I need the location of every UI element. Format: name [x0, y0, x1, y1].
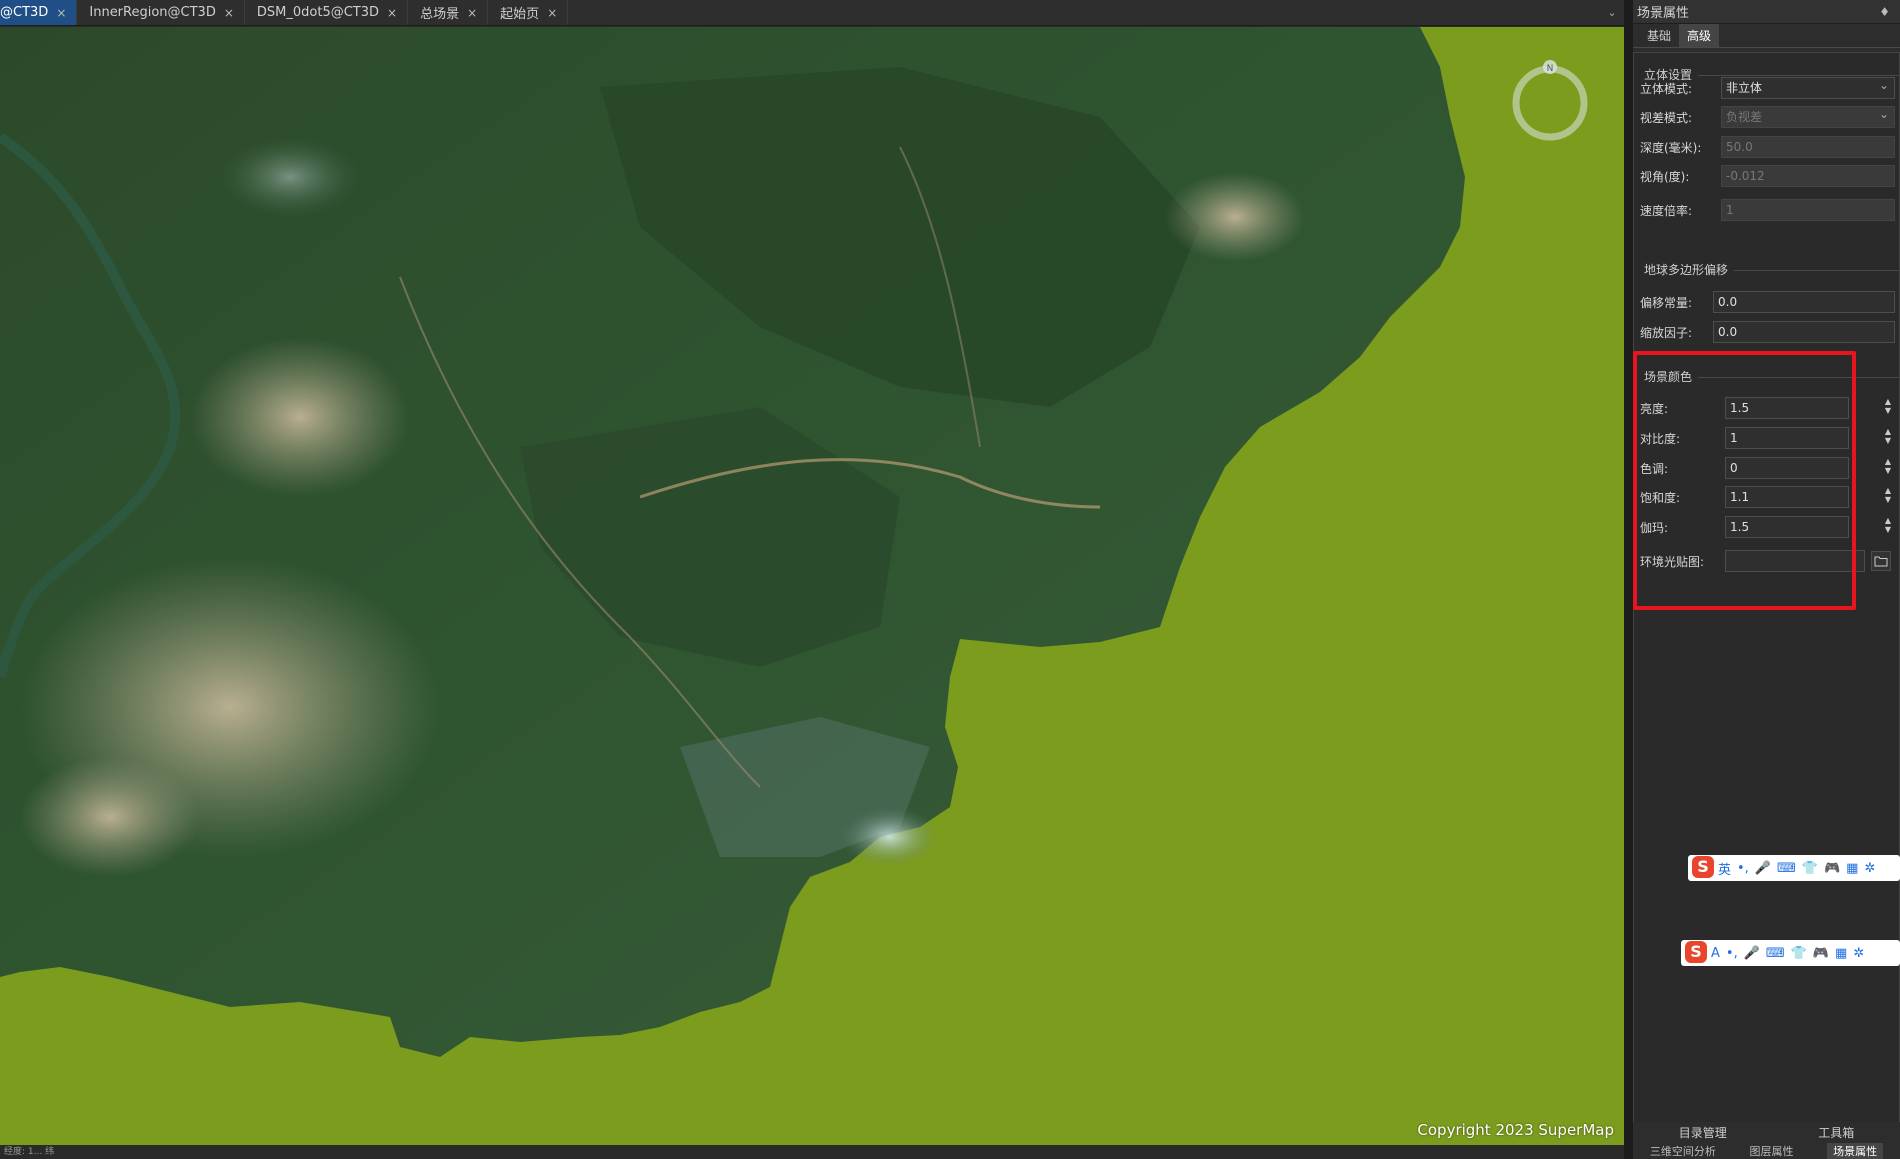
- folder-icon: [1874, 556, 1888, 567]
- brightness-stepper[interactable]: ▲ ▼: [1883, 397, 1893, 419]
- ime-game-icon[interactable]: 🎮: [1813, 946, 1829, 961]
- gamma-stepper[interactable]: ▲ ▼: [1883, 516, 1893, 538]
- contrast-input[interactable]: 1: [1725, 427, 1849, 449]
- ime-mic-icon[interactable]: 🎤: [1755, 861, 1771, 876]
- panel-splitter[interactable]: [1624, 0, 1633, 1159]
- ime-toolbar-1[interactable]: S 英 •, 🎤 ⌨ 👕 🎮 ▦ ✲: [1688, 855, 1900, 881]
- close-icon[interactable]: ×: [56, 6, 66, 20]
- polygon-offset-group: 地球多边形偏移: [1644, 261, 1899, 278]
- ime-settings-icon[interactable]: ✲: [1864, 861, 1875, 876]
- ime-keyboard-icon[interactable]: ⌨: [1766, 946, 1785, 961]
- depth-input[interactable]: 50.0: [1721, 136, 1895, 158]
- ime-lang-toggle[interactable]: 英: [1718, 859, 1731, 878]
- parallax-mode-select[interactable]: 负视差: [1721, 104, 1895, 128]
- tab-total-scene[interactable]: 总场景 ×: [408, 0, 489, 25]
- hue-input[interactable]: 0: [1725, 457, 1849, 479]
- scene-color-group: 场景颜色: [1644, 368, 1899, 385]
- compass-icon[interactable]: N: [1508, 57, 1592, 141]
- gamma-label: 伽玛:: [1640, 520, 1669, 535]
- tab-dsm[interactable]: DSM_0dot5@CT3D ×: [245, 0, 409, 25]
- close-icon[interactable]: ×: [387, 6, 397, 20]
- status-bar: 经度: 1... 纬: [0, 1145, 1624, 1159]
- scene-viewport[interactable]: N Copyright 2023 SuperMap: [0, 27, 1624, 1145]
- group-title: 场景颜色: [1644, 368, 1699, 385]
- tab-label: 总场景: [420, 7, 460, 22]
- satellite-terrain-image: [0, 27, 1624, 1145]
- browse-folder-button[interactable]: [1871, 551, 1891, 571]
- tab-innerregion[interactable]: InnerRegion@CT3D ×: [77, 0, 245, 25]
- speed-input[interactable]: 1: [1721, 199, 1895, 221]
- view-angle-label: 视角(度):: [1640, 169, 1690, 184]
- saturation-label: 饱和度:: [1640, 490, 1681, 505]
- ime-keyboard-icon[interactable]: ⌨: [1777, 861, 1796, 876]
- tab-label: DSM_0dot5@CT3D: [256, 5, 380, 20]
- tab-basic[interactable]: 基础: [1639, 24, 1679, 47]
- view-angle-input[interactable]: -0.012: [1721, 165, 1895, 187]
- parallax-mode-label: 视差模式:: [1640, 110, 1693, 125]
- tab-label: 起始页: [500, 7, 540, 22]
- tab-list-dropdown-icon[interactable]: ⌄: [1600, 0, 1624, 25]
- tab-toolbox[interactable]: 工具箱: [1818, 1124, 1854, 1142]
- tab-label: InnerRegion@CT3D: [89, 5, 216, 20]
- tab-start-page[interactable]: 起始页 ×: [488, 0, 569, 25]
- ime-settings-icon[interactable]: ✲: [1853, 946, 1864, 961]
- document-tab-bar: @CT3D × InnerRegion@CT3D × DSM_0dot5@CT3…: [0, 0, 1624, 26]
- pin-icon[interactable]: ♦: [1879, 5, 1890, 19]
- ime-punct-icon[interactable]: •,: [1726, 946, 1738, 961]
- ime-lang-toggle[interactable]: A: [1711, 946, 1720, 961]
- scene-properties-panel: 场景属性 ♦ 基础 高级 立体设置 立体模式: 非立体 视差模式: 负视差 深度…: [1633, 0, 1900, 1159]
- dock-tabs-row-1: 目录管理 工具箱: [1633, 1124, 1900, 1142]
- tab-label: @CT3D: [0, 5, 49, 20]
- sogou-logo-icon: S: [1692, 856, 1714, 878]
- hue-label: 色调:: [1640, 461, 1669, 476]
- panel-title-bar: 场景属性 ♦: [1633, 0, 1900, 24]
- ime-skin-icon[interactable]: 👕: [1802, 861, 1818, 876]
- depth-label: 深度(毫米):: [1640, 140, 1702, 155]
- ime-grid-icon[interactable]: ▦: [1835, 946, 1847, 961]
- tab-advanced[interactable]: 高级: [1679, 24, 1720, 47]
- ime-grid-icon[interactable]: ▦: [1846, 861, 1858, 876]
- ime-skin-icon[interactable]: 👕: [1791, 946, 1807, 961]
- contrast-stepper[interactable]: ▲ ▼: [1883, 427, 1893, 449]
- sogou-logo-icon: S: [1685, 941, 1707, 963]
- tab-scene-properties[interactable]: 场景属性: [1827, 1143, 1884, 1159]
- copyright-text: Copyright 2023 SuperMap: [1417, 1121, 1614, 1139]
- ime-mic-icon[interactable]: 🎤: [1744, 946, 1760, 961]
- compass-north-label: N: [1547, 64, 1554, 74]
- contrast-label: 对比度:: [1640, 431, 1681, 446]
- stereo-mode-select[interactable]: 非立体: [1721, 75, 1895, 99]
- envmap-input[interactable]: [1725, 550, 1865, 572]
- stereo-mode-label: 立体模式:: [1640, 81, 1693, 96]
- scale-factor-input[interactable]: 0.0: [1713, 321, 1895, 343]
- saturation-stepper[interactable]: ▲ ▼: [1883, 486, 1893, 508]
- brightness-label: 亮度:: [1640, 401, 1669, 416]
- saturation-input[interactable]: 1.1: [1725, 486, 1849, 508]
- offset-constant-label: 偏移常量:: [1640, 295, 1693, 310]
- offset-constant-input[interactable]: 0.0: [1713, 291, 1895, 313]
- ime-toolbar-2[interactable]: S A •, 🎤 ⌨ 👕 🎮 ▦ ✲: [1681, 940, 1900, 966]
- tab-catalog[interactable]: 目录管理: [1679, 1124, 1727, 1142]
- panel-title: 场景属性: [1637, 6, 1690, 21]
- hue-stepper[interactable]: ▲ ▼: [1883, 457, 1893, 479]
- speed-label: 速度倍率:: [1640, 203, 1693, 218]
- scale-factor-label: 缩放因子:: [1640, 325, 1693, 340]
- panel-subtabs: 基础 高级: [1633, 24, 1900, 48]
- envmap-label: 环境光贴图:: [1640, 554, 1705, 569]
- close-icon[interactable]: ×: [547, 6, 557, 20]
- group-title: 地球多边形偏移: [1644, 261, 1735, 278]
- gamma-input[interactable]: 1.5: [1725, 516, 1849, 538]
- ime-punct-icon[interactable]: •,: [1737, 861, 1749, 876]
- ime-game-icon[interactable]: 🎮: [1824, 861, 1840, 876]
- tab-3d-analysis[interactable]: 三维空间分析: [1650, 1143, 1716, 1159]
- dock-tabs-row-2: 三维空间分析 图层属性 场景属性: [1633, 1143, 1900, 1159]
- tab-ct3d[interactable]: @CT3D ×: [0, 0, 78, 25]
- close-icon[interactable]: ×: [467, 6, 477, 20]
- brightness-input[interactable]: 1.5: [1725, 397, 1849, 419]
- tab-layer-properties[interactable]: 图层属性: [1749, 1143, 1793, 1159]
- stereo-settings-group: 立体设置: [1644, 66, 1899, 83]
- close-icon[interactable]: ×: [224, 6, 234, 20]
